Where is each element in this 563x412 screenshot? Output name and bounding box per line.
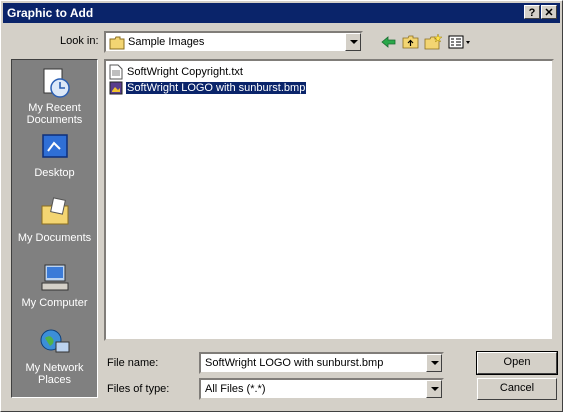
network-places-icon	[40, 329, 69, 353]
place-my-recent-documents[interactable]: My Recent Documents	[12, 66, 97, 126]
cancel-button[interactable]: Cancel	[477, 378, 557, 400]
file-type-dropdown[interactable]: All Files (*.*)	[199, 378, 444, 400]
chevron-down-icon[interactable]	[426, 380, 442, 398]
open-button[interactable]: Open	[476, 351, 558, 375]
chevron-down-icon[interactable]	[345, 33, 361, 51]
chevron-down-icon[interactable]	[426, 354, 442, 372]
close-button[interactable]: ✕	[541, 5, 557, 19]
look-in-value: Sample Images	[128, 36, 205, 48]
up-folder-icon[interactable]	[401, 33, 421, 51]
place-my-network-places[interactable]: My Network Places	[12, 326, 97, 386]
look-in-label: Look in:	[60, 35, 99, 47]
title-bar[interactable]: Graphic to Add ? ✕	[3, 3, 560, 23]
bitmap-file-icon	[109, 81, 123, 95]
my-documents-icon	[41, 197, 68, 225]
place-label: Desktop	[34, 167, 75, 179]
file-name: SoftWright Copyright.txt	[127, 66, 243, 78]
file-dialog-window: Graphic to Add ? ✕ Look in: Sample Image…	[0, 0, 563, 412]
help-button[interactable]: ?	[524, 5, 540, 19]
folder-icon	[109, 36, 125, 50]
place-my-documents[interactable]: My Documents	[12, 196, 97, 244]
new-folder-icon[interactable]	[423, 33, 443, 51]
back-arrow-icon[interactable]	[379, 33, 399, 51]
file-type-value: All Files (*.*)	[205, 383, 266, 395]
text-file-icon	[109, 64, 123, 80]
file-type-label: Files of type:	[107, 383, 170, 395]
place-label: My Computer	[21, 297, 88, 309]
place-label: My Network Places	[25, 362, 84, 386]
desktop-icon	[41, 134, 68, 158]
file-name-label: File name:	[107, 357, 159, 369]
file-list[interactable]: SoftWright Copyright.txt SoftWright LOGO…	[104, 59, 554, 341]
place-desktop[interactable]: Desktop	[12, 131, 97, 179]
file-name: SoftWright LOGO with sunburst.bmp	[124, 81, 308, 95]
file-name-field[interactable]: SoftWright LOGO with sunburst.bmp	[199, 352, 444, 374]
dialog-title: Graphic to Add	[7, 6, 94, 20]
look-in-dropdown[interactable]: Sample Images	[104, 31, 363, 53]
place-label: My Recent Documents	[26, 102, 83, 126]
recent-documents-icon	[43, 68, 70, 98]
place-label: My Documents	[17, 232, 92, 244]
my-computer-icon	[41, 264, 68, 291]
places-bar: My Recent Documents Desktop My Documents…	[11, 59, 98, 398]
view-menu-icon[interactable]	[447, 33, 473, 51]
place-my-computer[interactable]: My Computer	[12, 261, 97, 309]
file-name-value: SoftWright LOGO with sunburst.bmp	[205, 357, 384, 369]
